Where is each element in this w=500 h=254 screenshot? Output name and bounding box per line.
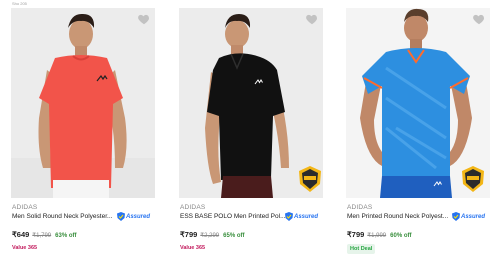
product-image[interactable] <box>346 8 490 198</box>
product-title[interactable]: Men Solid Round Neck Polyester... <box>12 213 112 220</box>
product-title[interactable]: ESS BASE POLO Men Printed Pol... <box>180 213 286 220</box>
breadcrumb-text: Sho 205 <box>12 1 27 6</box>
product-image[interactable] <box>179 8 323 198</box>
offer-tag: Hot Deal <box>347 244 376 254</box>
flipkart-assured-icon <box>285 212 293 221</box>
product-card[interactable]: ADIDAS Men Printed Round Neck Polyest...… <box>346 8 490 254</box>
heart-icon[interactable] <box>305 12 319 26</box>
price-row: ₹649 ₹1,799 63% off <box>12 230 76 239</box>
offer-tag: Value 365 <box>12 245 38 251</box>
model-red-tshirt-illustration <box>11 8 155 198</box>
assured-label: Assured <box>294 213 319 220</box>
heart-icon[interactable] <box>472 12 486 26</box>
product-title[interactable]: Men Printed Round Neck Polyest... <box>347 213 448 220</box>
assured-label: Assured <box>126 213 151 220</box>
original-price: ₹1,999 <box>367 233 387 239</box>
product-image[interactable] <box>11 8 155 198</box>
assured-badge: Assured <box>117 212 150 221</box>
price-row: ₹799 ₹2,299 65% off <box>180 230 244 239</box>
selling-price: ₹649 <box>12 230 30 239</box>
flipkart-assured-icon <box>117 212 125 221</box>
brand-badge-icon <box>299 166 321 192</box>
heart-icon[interactable] <box>137 12 151 26</box>
flipkart-assured-icon <box>452 212 460 221</box>
discount-percent: 60% off <box>390 233 412 239</box>
product-card[interactable]: ADIDAS Men Solid Round Neck Polyester...… <box>11 8 155 254</box>
original-price: ₹2,299 <box>200 233 220 239</box>
assured-label: Assured <box>461 213 486 220</box>
selling-price: ₹799 <box>180 230 198 239</box>
assured-badge: Assured <box>285 212 318 221</box>
product-brand: ADIDAS <box>347 204 373 211</box>
product-brand: ADIDAS <box>12 204 38 211</box>
product-brand: ADIDAS <box>180 204 206 211</box>
assured-badge: Assured <box>452 212 485 221</box>
selling-price: ₹799 <box>347 230 365 239</box>
offer-tag: Value 365 <box>180 245 206 251</box>
original-price: ₹1,799 <box>32 233 52 239</box>
product-card[interactable]: ADIDAS ESS BASE POLO Men Printed Pol... … <box>179 8 323 254</box>
price-row: ₹799 ₹1,999 60% off <box>347 230 411 239</box>
brand-badge-icon <box>462 166 484 192</box>
discount-percent: 65% off <box>223 233 245 239</box>
discount-percent: 63% off <box>55 233 77 239</box>
